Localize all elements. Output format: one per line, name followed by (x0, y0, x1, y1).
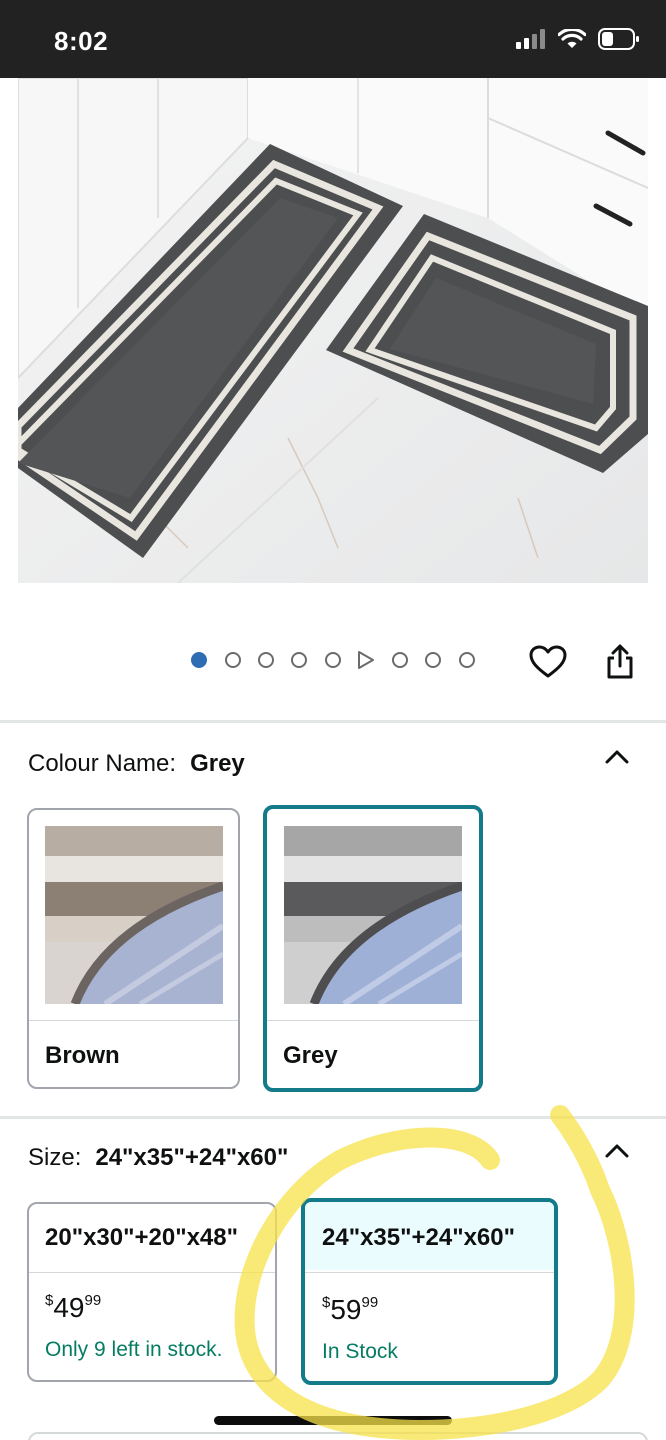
colour-swatch-brown[interactable]: Brown (27, 808, 240, 1089)
price-cents: 99 (84, 1292, 102, 1309)
carousel-dot[interactable] (425, 652, 441, 668)
size-label: Size: 24"x35"+24"x60" (28, 1144, 288, 1172)
size-label-text: Size: (28, 1144, 82, 1171)
product-photo-kitchen-rugs (18, 78, 648, 583)
status-bar: 8:02 (0, 0, 666, 78)
stock-status: Only 9 left in stock. (45, 1338, 223, 1361)
wifi-icon (558, 29, 586, 48)
colour-label: Colour Name: Grey (28, 750, 245, 778)
size-option-price: $5999 (322, 1294, 378, 1326)
colour-selected-value: Grey (190, 750, 245, 777)
size-option-24x35-24x60[interactable]: 24"x35"+24"x60" $5999 In Stock (301, 1198, 558, 1385)
chevron-up-icon[interactable] (602, 1136, 632, 1166)
size-option-separator (29, 1272, 275, 1273)
home-indicator[interactable] (214, 1416, 452, 1425)
status-time: 8:02 (54, 26, 109, 56)
size-option-title: 20"x30"+20"x48" (45, 1224, 239, 1251)
colour-label-text: Colour Name: (28, 750, 177, 777)
carousel-dot[interactable] (291, 652, 307, 668)
battery-icon (598, 28, 639, 50)
size-selected-value: 24"x35"+24"x60" (95, 1144, 289, 1171)
video-play-icon[interactable] (357, 650, 375, 670)
rug-sample-grey (284, 826, 462, 1004)
size-option-separator (305, 1272, 554, 1273)
carousel-dot[interactable] (258, 652, 274, 668)
swatch-name-grey: Grey (283, 1042, 338, 1069)
size-option-header: 24"x35"+24"x60" (305, 1202, 554, 1270)
rug-sample-brown (45, 826, 223, 1004)
stock-status: In Stock (322, 1340, 398, 1363)
product-image[interactable] (18, 78, 648, 583)
heart-icon (529, 645, 567, 678)
wishlist-button[interactable] (526, 640, 570, 684)
section-divider (0, 720, 666, 723)
size-option-20x30-20x48[interactable]: 20"x30"+20"x48" $4999 Only 9 left in sto… (27, 1202, 277, 1382)
price-whole: 59 (330, 1294, 362, 1325)
carousel-dot[interactable] (191, 652, 207, 668)
share-icon (607, 644, 633, 679)
section-divider (0, 1116, 666, 1119)
image-carousel-indicator (0, 640, 666, 684)
share-button[interactable] (598, 640, 642, 684)
size-option-header: 20"x30"+20"x48" (29, 1204, 275, 1272)
size-option-title: 24"x35"+24"x60" (322, 1224, 516, 1251)
swatch-image-brown (45, 826, 223, 1004)
carousel-dot[interactable] (325, 652, 341, 668)
price-whole: 49 (53, 1292, 85, 1323)
swatch-name-brown: Brown (45, 1042, 120, 1069)
carousel-dot[interactable] (459, 652, 475, 668)
chevron-up-icon[interactable] (602, 742, 632, 772)
colour-swatch-grey[interactable]: Grey (263, 805, 483, 1092)
swatch-separator (29, 1020, 238, 1021)
carousel-dot[interactable] (225, 652, 241, 668)
swatch-separator (267, 1020, 479, 1021)
size-option-price: $4999 (45, 1292, 101, 1324)
next-section-card (28, 1432, 648, 1440)
price-cents: 99 (361, 1294, 379, 1311)
swatch-image-grey (284, 826, 462, 1004)
carousel-dot[interactable] (392, 652, 408, 668)
signal-icon (516, 29, 545, 49)
status-icons (516, 28, 640, 50)
